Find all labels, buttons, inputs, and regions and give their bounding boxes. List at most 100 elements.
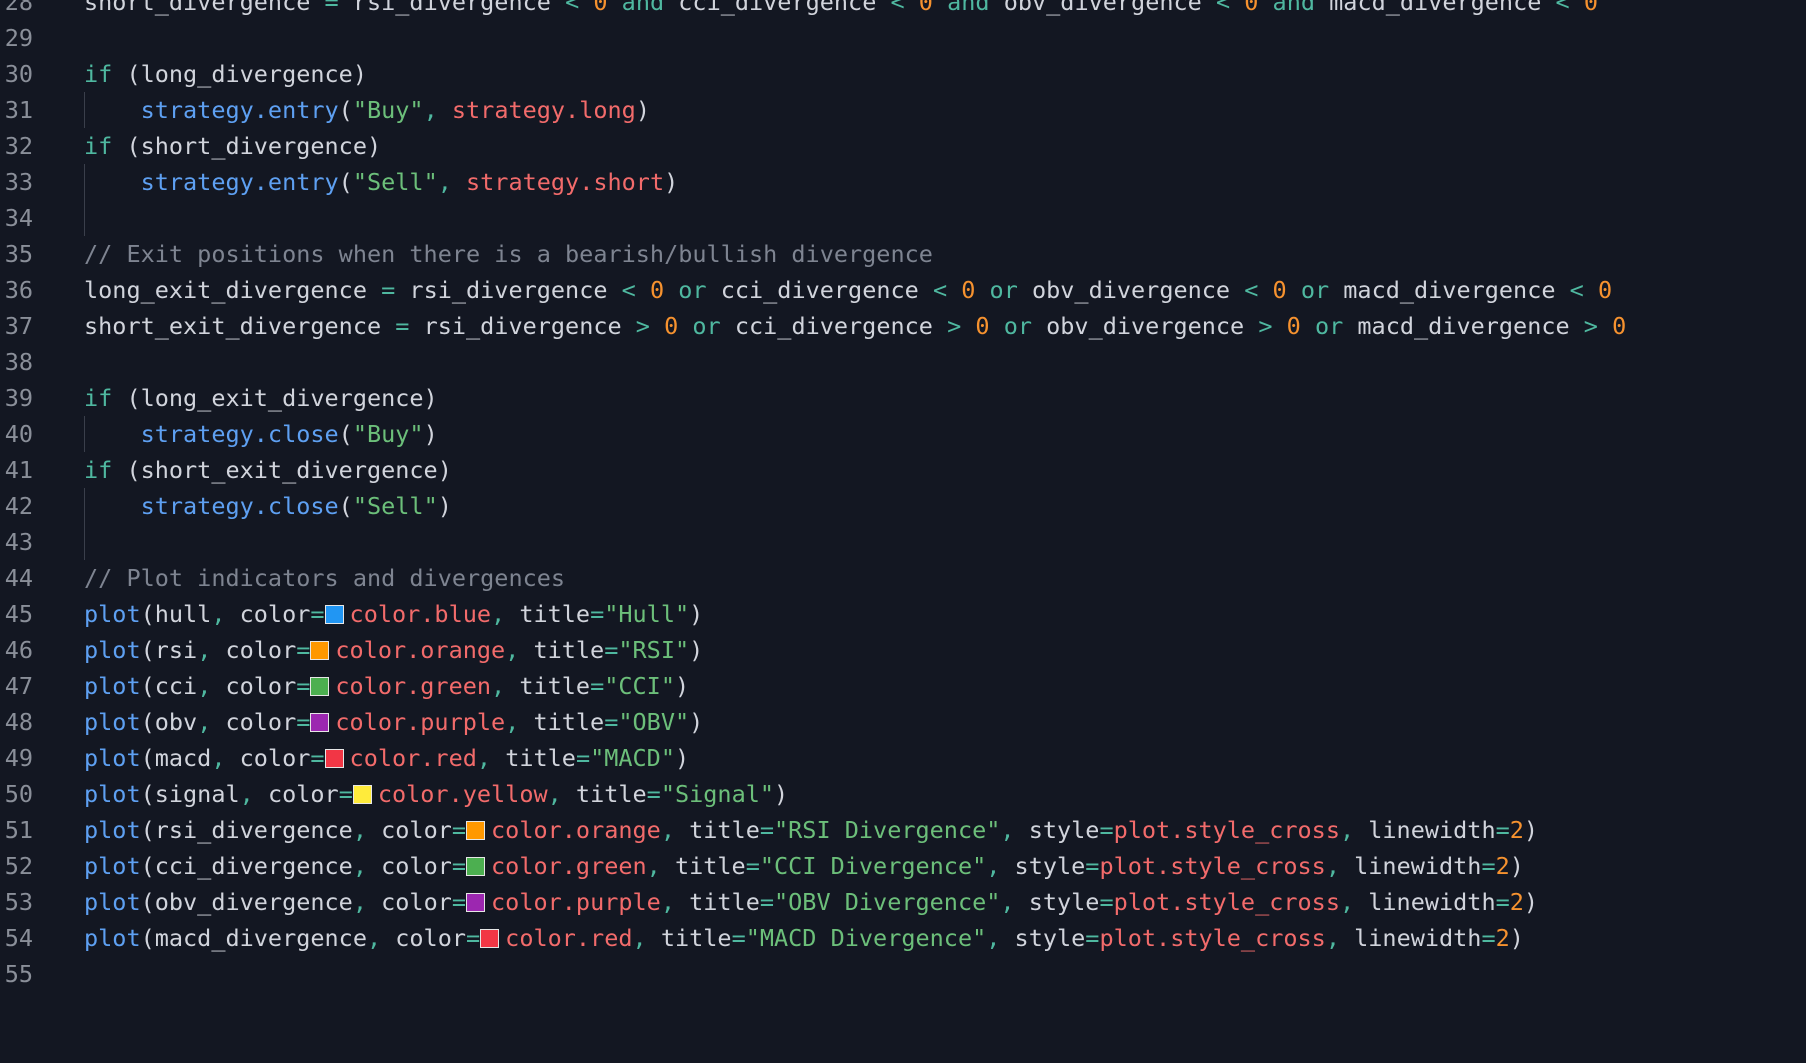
code-line[interactable]: 38 [0,344,1806,380]
token-id: color [239,744,311,772]
token-id: obv_divergence [989,0,1216,16]
code-line[interactable]: 33 strategy.entry("Sell", strategy.short… [0,164,1806,200]
code-line[interactable]: 39 if (long_exit_divergence) [0,380,1806,416]
token-fn: plot [84,744,141,772]
line-number: 47 [4,672,33,700]
blue-color-swatch-icon[interactable] [324,605,344,624]
code-text[interactable]: plot(cci_divergence, color= color.green, … [84,848,1524,884]
token-id: style [1014,852,1086,880]
code-text[interactable]: if (long_divergence) [84,56,367,92]
code-text[interactable]: strategy.close("Buy") [84,416,438,452]
token-prop: color.red [349,744,477,772]
token-op: > [947,312,976,340]
code-line[interactable]: 34 [0,200,1806,236]
code-text[interactable]: if (short_exit_divergence) [84,452,452,488]
code-line[interactable]: 48 plot(obv, color= color.purple, title="O… [0,704,1806,740]
code-text[interactable]: strategy.entry("Buy", strategy.long) [84,92,650,128]
code-text[interactable]: plot(rsi, color= color.orange, title="RSI… [84,632,703,668]
code-line[interactable]: 28 short_divergence = rsi_divergence < 0 … [0,0,1806,20]
token-cm: // Exit positions when there is a bearis… [84,240,933,268]
code-text[interactable]: plot(obv_divergence, color= color.purple,… [84,884,1538,920]
code-text[interactable]: short_divergence = rsi_divergence < 0 an… [84,0,1598,20]
code-line[interactable]: 43 [0,524,1806,560]
code-text[interactable]: plot(macd_divergence, color= color.red, t… [84,920,1524,956]
green-color-swatch-icon[interactable] [310,677,330,696]
code-line[interactable]: 54 plot(macd_divergence, color= color.red,… [0,920,1806,956]
code-line[interactable]: 37 short_exit_divergence = rsi_divergence… [0,308,1806,344]
code-text[interactable]: plot(obv, color= color.purple, title="OBV… [84,704,703,740]
token-op: = [296,636,311,664]
code-line[interactable]: 45 plot(hull, color= color.blue, title="Hu… [0,596,1806,632]
code-line[interactable]: 46 plot(rsi, color= color.orange, title="R… [0,632,1806,668]
code-line[interactable]: 35 // Exit positions when there is a bear… [0,236,1806,272]
orange-color-swatch-icon[interactable] [310,641,330,660]
code-text[interactable]: if (short_divergence) [84,128,381,164]
token-id: cci_divergence [706,276,933,304]
code-line[interactable]: 49 plot(macd, color= color.red, title="MAC… [0,740,1806,776]
code-text[interactable]: long_exit_divergence = rsi_divergence < … [84,272,1612,308]
green-color-swatch-icon[interactable] [466,857,486,876]
code-text[interactable]: // Plot indicators and divergences [84,560,565,596]
token-op: , [660,888,690,916]
code-line[interactable]: 52 plot(cci_divergence, color= color.green… [0,848,1806,884]
code-text[interactable]: plot(rsi_divergence, color= color.orange,… [84,812,1538,848]
token-id: ) [1523,816,1539,844]
yellow-color-swatch-icon[interactable] [352,785,372,804]
code-text[interactable]: strategy.close("Sell") [84,488,452,524]
line-number: 43 [4,528,33,556]
line-number: 49 [4,744,33,772]
code-line[interactable]: 36 long_exit_divergence = rsi_divergence … [0,272,1806,308]
token-op: , [197,672,226,700]
token-id: ( [338,492,353,520]
code-line[interactable]: 41 if (short_exit_divergence) [0,452,1806,488]
token-id: color [381,888,452,916]
orange-color-swatch-icon[interactable] [466,821,486,840]
token-op: < [890,0,919,16]
code-line[interactable]: 47 plot(cci, color= color.green, title="CC… [0,668,1806,704]
code-text[interactable]: if (long_exit_divergence) [84,380,438,416]
code-line[interactable]: 51 plot(rsi_divergence, color= color.orang… [0,812,1806,848]
code-line[interactable]: 50 plot(signal, color= color.yellow, title… [0,776,1806,812]
token-op: , [986,852,1015,880]
token-fn: plot [84,708,141,736]
red-color-swatch-icon[interactable] [480,929,500,948]
code-line[interactable]: 44 // Plot indicators and divergences [0,560,1806,596]
code-text[interactable]: short_exit_divergence = rsi_divergence >… [84,308,1626,344]
token-id: (cci_divergence [140,852,353,880]
token-id: color [239,600,311,628]
code-line[interactable]: 40 strategy.close("Buy") [0,416,1806,452]
code-line[interactable]: 30 if (long_divergence) [0,56,1806,92]
token-kw: or [692,312,721,340]
token-op: , [660,816,690,844]
code-line[interactable]: 31 strategy.entry("Buy", strategy.long) [0,92,1806,128]
token-op: < [932,276,962,304]
token-op: , [505,708,534,736]
code-text[interactable]: // Exit positions when there is a bearis… [84,236,933,272]
token-id [84,96,141,124]
token-num: 0 [1272,276,1287,304]
token-num: 0 [1597,276,1613,304]
code-text[interactable]: plot(cci, color= color.green, title="CCI"… [84,668,689,704]
code-line[interactable]: 55 [0,956,1806,992]
token-id: (obv_divergence [140,888,353,916]
code-text[interactable]: plot(macd, color= color.red, title="MACD"… [84,740,689,776]
line-number: 41 [4,456,33,484]
code-text[interactable]: strategy.entry("Sell", strategy.short) [84,164,679,200]
token-op: = [1481,852,1496,880]
purple-color-swatch-icon[interactable] [310,713,330,732]
indent-guide [84,524,85,560]
token-id: (signal [140,780,240,808]
code-line[interactable]: 42 strategy.close("Sell") [0,488,1806,524]
purple-color-swatch-icon[interactable] [466,893,486,912]
code-line[interactable]: 32 if (short_divergence) [0,128,1806,164]
token-op: = [451,888,467,916]
code-text[interactable]: plot(hull, color= color.blue, title="Hull… [84,596,703,632]
code-line[interactable]: 53 plot(obv_divergence, color= color.purpl… [0,884,1806,920]
code-text[interactable]: plot(signal, color= color.yellow, title="… [84,776,788,812]
code-editor[interactable]: 28 short_divergence = rsi_divergence < 0 … [0,0,1806,992]
red-color-swatch-icon[interactable] [324,749,344,768]
code-line[interactable]: 29 [0,20,1806,56]
token-id: ( [338,420,353,448]
token-id: style [1028,888,1100,916]
token-op: = [604,636,619,664]
